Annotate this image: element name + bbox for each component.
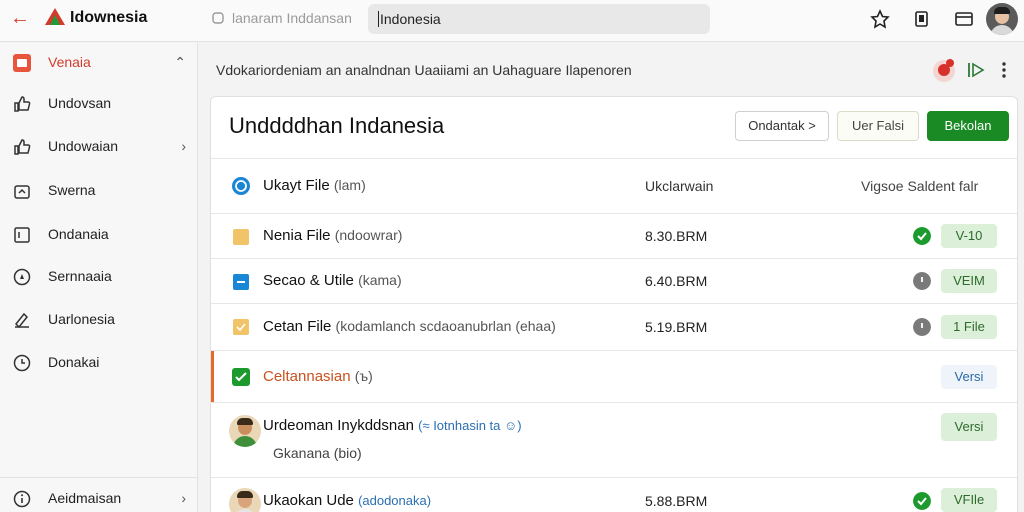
table-row[interactable]: Secao & Utile (kama) 6.40.BRM VEIM	[211, 258, 1017, 303]
table-row[interactable]: Celtannasian (ъ) Versi	[211, 350, 1017, 403]
pending-circle-icon	[913, 272, 931, 290]
app-logo	[45, 8, 65, 25]
search-icon	[212, 12, 224, 24]
bookmark-star-icon[interactable]	[870, 9, 890, 29]
chevron-right-icon: ›	[181, 138, 186, 154]
check-circle-icon	[913, 227, 931, 245]
table-row[interactable]: Urdeoman Inykddsnan (≈ Iotnhasin ta ☺) G…	[211, 402, 1017, 477]
copy-icon[interactable]	[912, 9, 932, 29]
table-row[interactable]: Cetan File (kodamlanch scdaoanubrlan (eh…	[211, 303, 1017, 350]
calendar-icon	[14, 227, 30, 243]
sidebar-item-donakai[interactable]: Donakai	[0, 343, 198, 383]
sidebar-item-undovsan[interactable]: Undovsan	[0, 84, 198, 124]
version-tag[interactable]: Versi	[941, 413, 997, 441]
user-avatar	[229, 415, 261, 447]
search-placeholder: lanaram Inddansan	[212, 10, 352, 26]
file-yellow-icon	[233, 319, 249, 335]
version-tag[interactable]: VFIle	[941, 488, 997, 512]
sidebar-item-sernnaaia[interactable]: Sernnaaia	[0, 257, 198, 297]
file-size: 5.88.BRM	[645, 493, 708, 509]
text-caret	[378, 11, 379, 27]
link-text: Iotnhasin ta	[433, 418, 501, 433]
thumbs-up-icon	[14, 139, 31, 155]
edit-icon	[14, 312, 29, 329]
sidebar-divider	[0, 477, 198, 478]
version-tag[interactable]: Versi	[941, 365, 997, 389]
user-avatar[interactable]	[986, 3, 1018, 35]
sidebar-item-swerna[interactable]: Swerna	[0, 171, 198, 211]
home-icon	[13, 54, 31, 72]
chevron-right-icon: ›	[181, 490, 186, 506]
row-accent-bar	[211, 351, 214, 403]
table-header-row: Ukayt File (lam) Ukclarwain Vigsoe Salde…	[211, 158, 1017, 213]
file-blue-icon	[233, 274, 249, 290]
column-name: Ukayt File (lam)	[263, 177, 366, 194]
clock-icon	[13, 354, 31, 372]
file-size: 8.30.BRM	[645, 228, 708, 244]
window-icon[interactable]	[954, 9, 974, 29]
sidebar-item-aeidmaisan[interactable]: Aeidmaisan ›	[0, 479, 198, 512]
version-tag[interactable]: VEIM	[941, 269, 997, 293]
more-vertical-icon[interactable]	[994, 60, 1014, 80]
content-header: Vdokariordeniam an analndnan Uaaiiami an…	[216, 62, 632, 78]
file-size: 6.40.BRM	[645, 273, 708, 289]
sidebar-item-venaia[interactable]: Venaia ⌃	[0, 43, 198, 83]
link-text: (adodonaka)	[358, 493, 432, 508]
share-icon	[14, 185, 30, 199]
uer-falsi-button[interactable]: Uer Falsi	[837, 111, 919, 141]
file-size: 5.19.BRM	[645, 319, 708, 335]
header-actions	[930, 56, 1020, 84]
bekolan-button[interactable]: Bekolan	[927, 111, 1009, 141]
table-row[interactable]: Nenia File (ndoowrar) 8.30.BRM V-10	[211, 213, 1017, 258]
files-card: Unddddhan Indanesia Ondantak > Uer Falsi…	[210, 96, 1018, 512]
top-bar: ← Idownesia lanaram Inddansan Indonesia	[0, 0, 1024, 42]
search-value: Indonesia	[380, 11, 441, 27]
thumbs-up-icon	[14, 96, 31, 112]
version-tag[interactable]: 1 File	[941, 315, 997, 339]
sidebar-item-uarlonesia[interactable]: Uarlonesia	[0, 300, 198, 340]
card-title: Unddddhan Indanesia	[229, 113, 445, 138]
table-row[interactable]: Ukaokan Ude (adodonaka) 5.88.BRM VFIle	[211, 477, 1017, 512]
app-title: Idownesia	[70, 9, 148, 26]
user-avatar	[229, 488, 261, 512]
search-input[interactable]: Indonesia	[368, 4, 710, 34]
pending-circle-icon	[913, 318, 931, 336]
compass-icon	[13, 268, 31, 286]
version-tag[interactable]: V-10	[941, 224, 997, 248]
back-arrow-icon[interactable]: ←	[8, 6, 32, 30]
sidebar-item-undowaian[interactable]: Undowaian ›	[0, 127, 198, 167]
play-icon[interactable]	[966, 60, 986, 80]
info-icon	[13, 490, 31, 508]
sidebar-item-ondanaia[interactable]: Ondanaia	[0, 215, 198, 255]
column-version: Vigsoe Saldent falr	[861, 178, 979, 194]
sidebar: Venaia ⌃ Undovsan Undowaian › Swerna Ond…	[0, 43, 198, 512]
column-size: Ukclarwain	[645, 178, 714, 194]
notification-badge-icon[interactable]	[930, 56, 958, 84]
check-circle-icon	[913, 492, 931, 510]
ondantak-button[interactable]: Ondantak >	[735, 111, 829, 141]
info-circle-icon	[232, 177, 250, 195]
file-yellow-icon	[233, 229, 249, 245]
row-subtitle: Gkanana (bio)	[273, 445, 362, 461]
checkbox-checked-icon[interactable]	[231, 367, 251, 387]
